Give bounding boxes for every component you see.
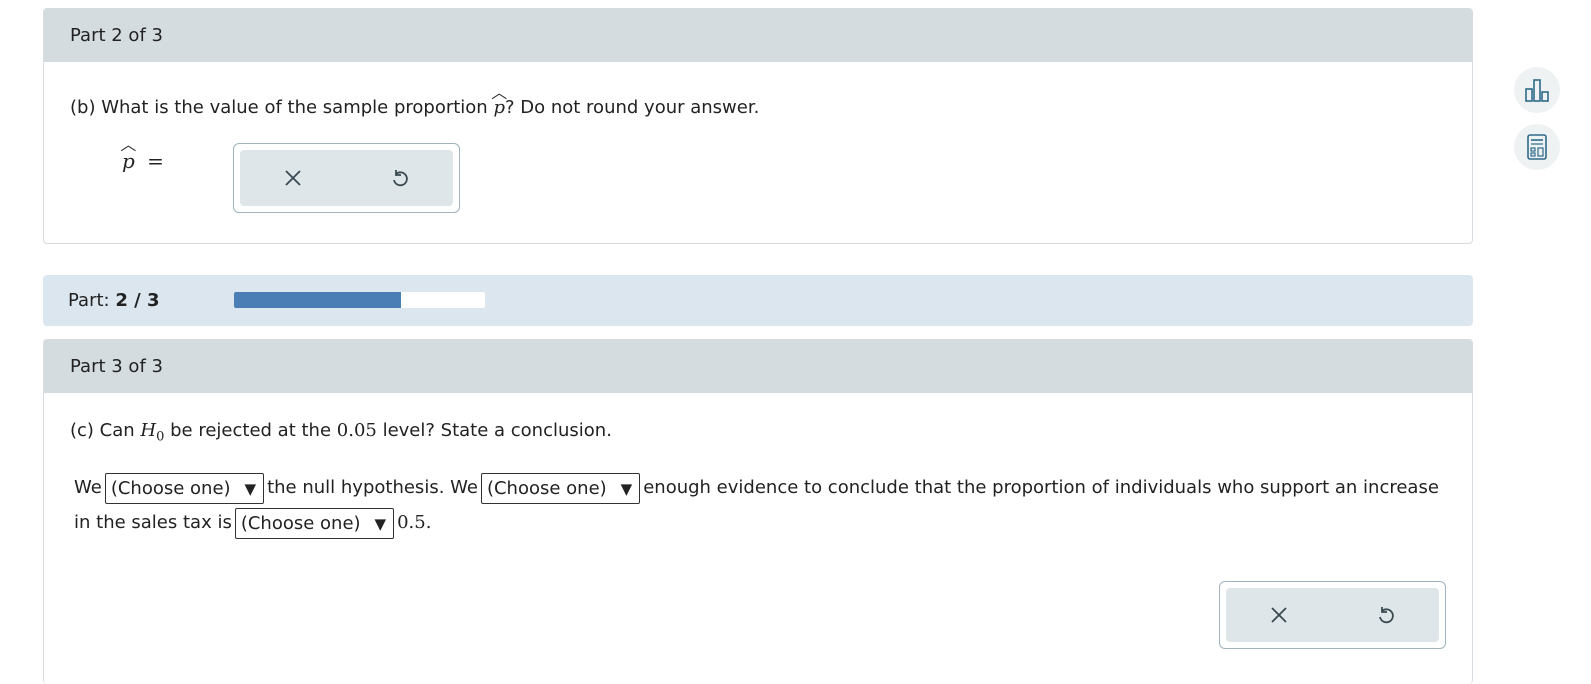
progress-track [234, 292, 485, 308]
h0-symbol: H0 [140, 420, 165, 445]
part2-panel: Part 2 of 3 (b) What is the value of the… [43, 8, 1473, 244]
progress-fill [234, 292, 402, 308]
part3-tool-box [1219, 581, 1446, 649]
clear-button[interactable] [273, 158, 313, 198]
calculator-button[interactable] [1514, 124, 1560, 170]
reject-dropdown[interactable]: (Choose one) ▼ [104, 472, 265, 504]
progress-value: 2 / 3 [115, 290, 160, 311]
part2-question-prefix: (b) What is the value of the sample prop… [70, 97, 488, 118]
undo-icon [392, 170, 408, 187]
significance-level: 0.05 [336, 420, 377, 441]
part2-header: Part 2 of 3 [44, 9, 1472, 62]
data-button[interactable] [1514, 67, 1560, 113]
calculator-icon [1527, 134, 1547, 160]
part2-answer-row: ︿ p = [120, 135, 278, 180]
part3-panel: Part 3 of 3 (c) Can H0 be rejected at th… [43, 339, 1473, 684]
part3-header: Part 3 of 3 [44, 340, 1472, 393]
p-hat-symbol: ︿ p [491, 83, 508, 118]
progress-label: Part: 2 / 3 [68, 290, 160, 311]
equals-sign: = [147, 149, 164, 173]
answer-p-hat: ︿ p [120, 135, 137, 173]
part2-tool-box [233, 143, 460, 213]
undo-button[interactable] [1366, 595, 1406, 635]
hypothesized-value: 0.5 [397, 512, 426, 533]
undo-button[interactable] [380, 158, 420, 198]
evidence-dropdown[interactable]: (Choose one) ▼ [480, 472, 641, 504]
part3-question: (c) Can H0 be rejected at the 0.05 level… [70, 420, 612, 445]
part-progress: Part: 2 / 3 [43, 275, 1473, 326]
close-icon [1271, 607, 1287, 623]
close-icon [285, 170, 301, 186]
comparison-dropdown[interactable]: (Choose one) ▼ [234, 507, 395, 539]
bar-chart-icon [1525, 79, 1549, 102]
part2-question-suffix: ? Do not round your answer. [504, 97, 760, 118]
clear-button[interactable] [1259, 595, 1299, 635]
part3-conclusion: We (Choose one) ▼ the null hypothesis. We (C… [74, 470, 1454, 540]
undo-icon [1378, 607, 1394, 624]
part2-question: (b) What is the value of the sample prop… [70, 83, 760, 118]
